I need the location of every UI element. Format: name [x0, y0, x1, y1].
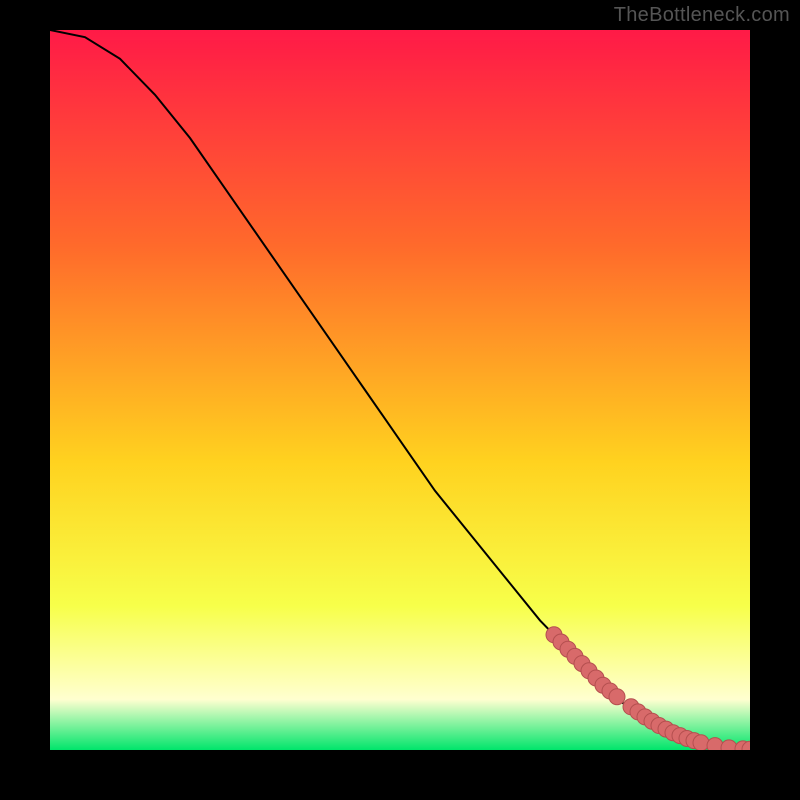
plot-area	[50, 30, 750, 750]
gradient-background	[50, 30, 750, 750]
data-marker	[609, 689, 625, 705]
chart-svg	[50, 30, 750, 750]
chart-frame: TheBottleneck.com	[0, 0, 800, 800]
data-marker	[693, 735, 709, 750]
watermark-text: TheBottleneck.com	[614, 4, 790, 27]
